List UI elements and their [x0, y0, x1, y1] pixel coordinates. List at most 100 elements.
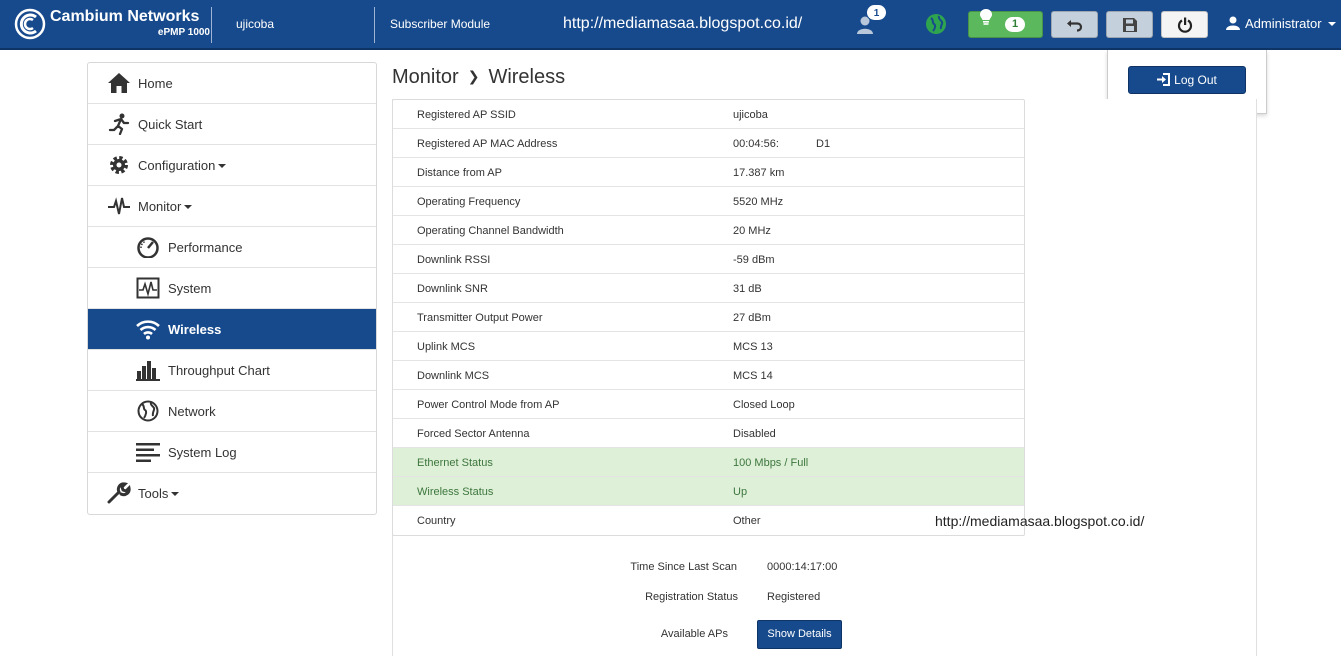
sidebar-item-label: Quick Start	[138, 117, 203, 132]
chevron-right-icon: ❯	[467, 68, 480, 84]
table-row: Registered AP SSID ujicoba	[393, 100, 1024, 129]
row-label: Operating Frequency	[417, 196, 521, 208]
row-value: 27 dBm	[733, 312, 771, 324]
table-row: Operating Channel Bandwidth 20 MHz	[393, 216, 1024, 245]
breadcrumb: Monitor ❯ Wireless	[392, 66, 565, 89]
row-value: ujicoba	[733, 109, 768, 121]
divider	[374, 7, 375, 43]
sidebar-item-label: Network	[168, 404, 216, 419]
admin-label: Administrator	[1245, 16, 1322, 31]
bar-chart-icon	[136, 361, 160, 381]
row-value: Disabled	[733, 428, 776, 440]
row-label: Forced Sector Antenna	[417, 428, 530, 440]
alerts-button[interactable]: 1	[968, 9, 1043, 38]
table-row: Downlink SNR 31 dB	[393, 274, 1024, 303]
brand-name: Cambium Networks	[50, 8, 200, 25]
table-row: Distance from AP 17.387 km	[393, 158, 1024, 187]
row-label: Downlink SNR	[417, 283, 488, 295]
row-value: 00:04:56:	[733, 138, 779, 150]
row-value: 100 Mbps / Full	[733, 457, 809, 469]
table-row: Downlink RSSI -59 dBm	[393, 245, 1024, 274]
gear-icon	[110, 156, 128, 174]
table-row: Operating Frequency 5520 MHz	[393, 187, 1024, 216]
row-value: MCS 13	[733, 341, 773, 353]
logout-icon	[1157, 73, 1171, 86]
save-icon	[1122, 17, 1137, 32]
sidebar-item-tools[interactable]: Tools	[88, 473, 376, 514]
row-label: Power Control Mode from AP	[417, 399, 560, 411]
breadcrumb-parent[interactable]: Monitor	[392, 66, 459, 88]
sidebar-item-label: System	[168, 281, 212, 296]
registration-status-value: Registered	[767, 591, 821, 603]
power-icon	[1177, 17, 1192, 33]
device-mode: Subscriber Module	[390, 17, 491, 31]
row-label: Distance from AP	[417, 167, 502, 179]
sidebar-item-performance[interactable]: Performance	[88, 227, 376, 268]
sidebar-item-configuration[interactable]: Configuration	[88, 145, 376, 186]
chevron-down-icon	[218, 164, 227, 168]
list-icon	[136, 443, 160, 462]
sidebar-item-label: Throughput Chart	[168, 363, 270, 378]
row-value: -59 dBm	[733, 254, 775, 266]
sidebar-item-network[interactable]: Network	[88, 391, 376, 432]
row-label: Operating Channel Bandwidth	[417, 225, 564, 237]
page-title: Wireless	[488, 66, 566, 88]
globe-icon[interactable]	[925, 13, 947, 35]
home-icon	[108, 73, 130, 93]
undo-icon	[1066, 19, 1082, 32]
top-navbar: Cambium Networks ePMP 1000 ujicoba Subsc…	[0, 0, 1341, 50]
chevron-down-icon	[184, 205, 193, 209]
wireless-status-table: Registered AP SSID ujicoba Registered AP M…	[392, 99, 1025, 536]
chevron-down-icon	[1327, 22, 1336, 26]
pulse-icon	[108, 197, 130, 215]
scan-time-value: 0000:14:17:00	[767, 561, 838, 573]
row-label: Transmitter Output Power	[417, 312, 543, 324]
row-label: Downlink MCS	[417, 370, 490, 382]
table-row: Registered AP MAC Address 00:04:56: D1	[393, 129, 1024, 158]
show-details-button[interactable]: Show Details	[757, 620, 842, 649]
table-row: Power Control Mode from AP Closed Loop	[393, 390, 1024, 419]
row-value: 20 MHz	[733, 225, 771, 237]
row-value-extra: D1	[816, 138, 831, 150]
lightbulb-icon	[980, 9, 992, 25]
sidebar-item-home[interactable]: Home	[88, 63, 376, 104]
row-value: 17.387 km	[733, 167, 785, 179]
table-row: Ethernet Status 100 Mbps / Full	[393, 448, 1024, 477]
sidebar: Home Quick Start Configuration Monitor P…	[87, 62, 377, 515]
globe-icon	[137, 400, 159, 422]
sidebar-item-label: Monitor	[138, 199, 193, 214]
brand[interactable]: Cambium Networks ePMP 1000	[14, 7, 210, 43]
cambium-logo-icon	[14, 8, 46, 40]
table-row: Forced Sector Antenna Disabled	[393, 419, 1024, 448]
sidebar-item-quick-start[interactable]: Quick Start	[88, 104, 376, 145]
save-button[interactable]	[1106, 11, 1153, 38]
row-value: Up	[733, 486, 748, 498]
logout-button[interactable]: Log Out	[1128, 66, 1246, 94]
sidebar-item-label: Home	[138, 76, 173, 91]
sidebar-item-monitor[interactable]: Monitor	[88, 186, 376, 227]
row-value: MCS 14	[733, 370, 773, 382]
row-label: Downlink RSSI	[417, 254, 491, 266]
row-value: Closed Loop	[733, 399, 795, 411]
sidebar-item-label: Performance	[168, 240, 243, 255]
admin-menu[interactable]: Administrator	[1226, 16, 1336, 34]
table-row: Wireless Status Up	[393, 477, 1024, 506]
undo-button[interactable]	[1051, 11, 1098, 38]
sidebar-item-wireless[interactable]: Wireless	[88, 309, 376, 350]
sidebar-item-label: Tools	[138, 486, 180, 501]
sidebar-item-system-log[interactable]: System Log	[88, 432, 376, 473]
user-icon	[1226, 16, 1240, 30]
scan-time-label: Time Since Last Scan	[630, 561, 737, 573]
registration-status-label: Registration Status	[645, 591, 738, 603]
sidebar-item-throughput-chart[interactable]: Throughput Chart	[88, 350, 376, 391]
divider	[211, 7, 212, 43]
sidebar-item-label: System Log	[168, 445, 237, 460]
sidebar-item-system[interactable]: System	[88, 268, 376, 309]
sidebar-item-label: Wireless	[168, 322, 222, 337]
wifi-icon	[136, 320, 160, 340]
row-label: Wireless Status	[417, 486, 494, 498]
wrench-icon	[107, 482, 131, 504]
row-label: Uplink MCS	[417, 341, 476, 353]
running-icon	[108, 113, 130, 135]
power-button[interactable]	[1161, 11, 1208, 38]
